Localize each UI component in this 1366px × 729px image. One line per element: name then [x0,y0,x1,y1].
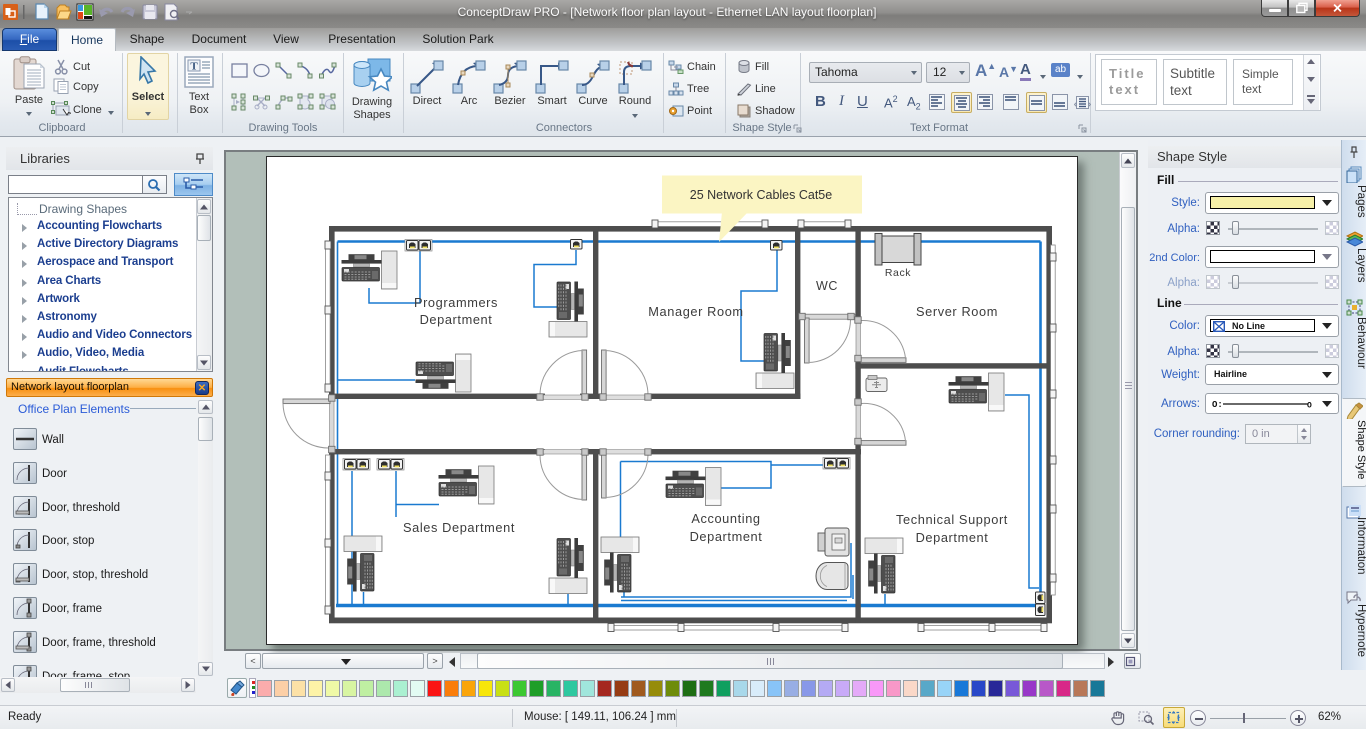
svg-text:Rack: Rack [885,267,911,279]
svg-text:Accounting: Accounting [691,511,760,526]
svg-text:Department: Department [690,529,763,544]
svg-text:O:: O: [1212,400,1223,410]
svg-text:T: T [190,61,198,73]
svg-text:Programmers: Programmers [414,295,498,310]
svg-text:Department: Department [420,312,493,327]
svg-text:25 Network Cables Cat5e: 25 Network Cables Cat5e [690,188,832,202]
svg-text:O: O [1307,402,1312,411]
svg-text:Technical Support: Technical Support [896,512,1008,527]
svg-text:WC: WC [816,279,838,293]
svg-text:Server Room: Server Room [916,304,998,319]
svg-text:Sales Department: Sales Department [403,520,515,535]
svg-text:Department: Department [916,530,989,545]
svg-text:Manager Room: Manager Room [648,304,743,319]
